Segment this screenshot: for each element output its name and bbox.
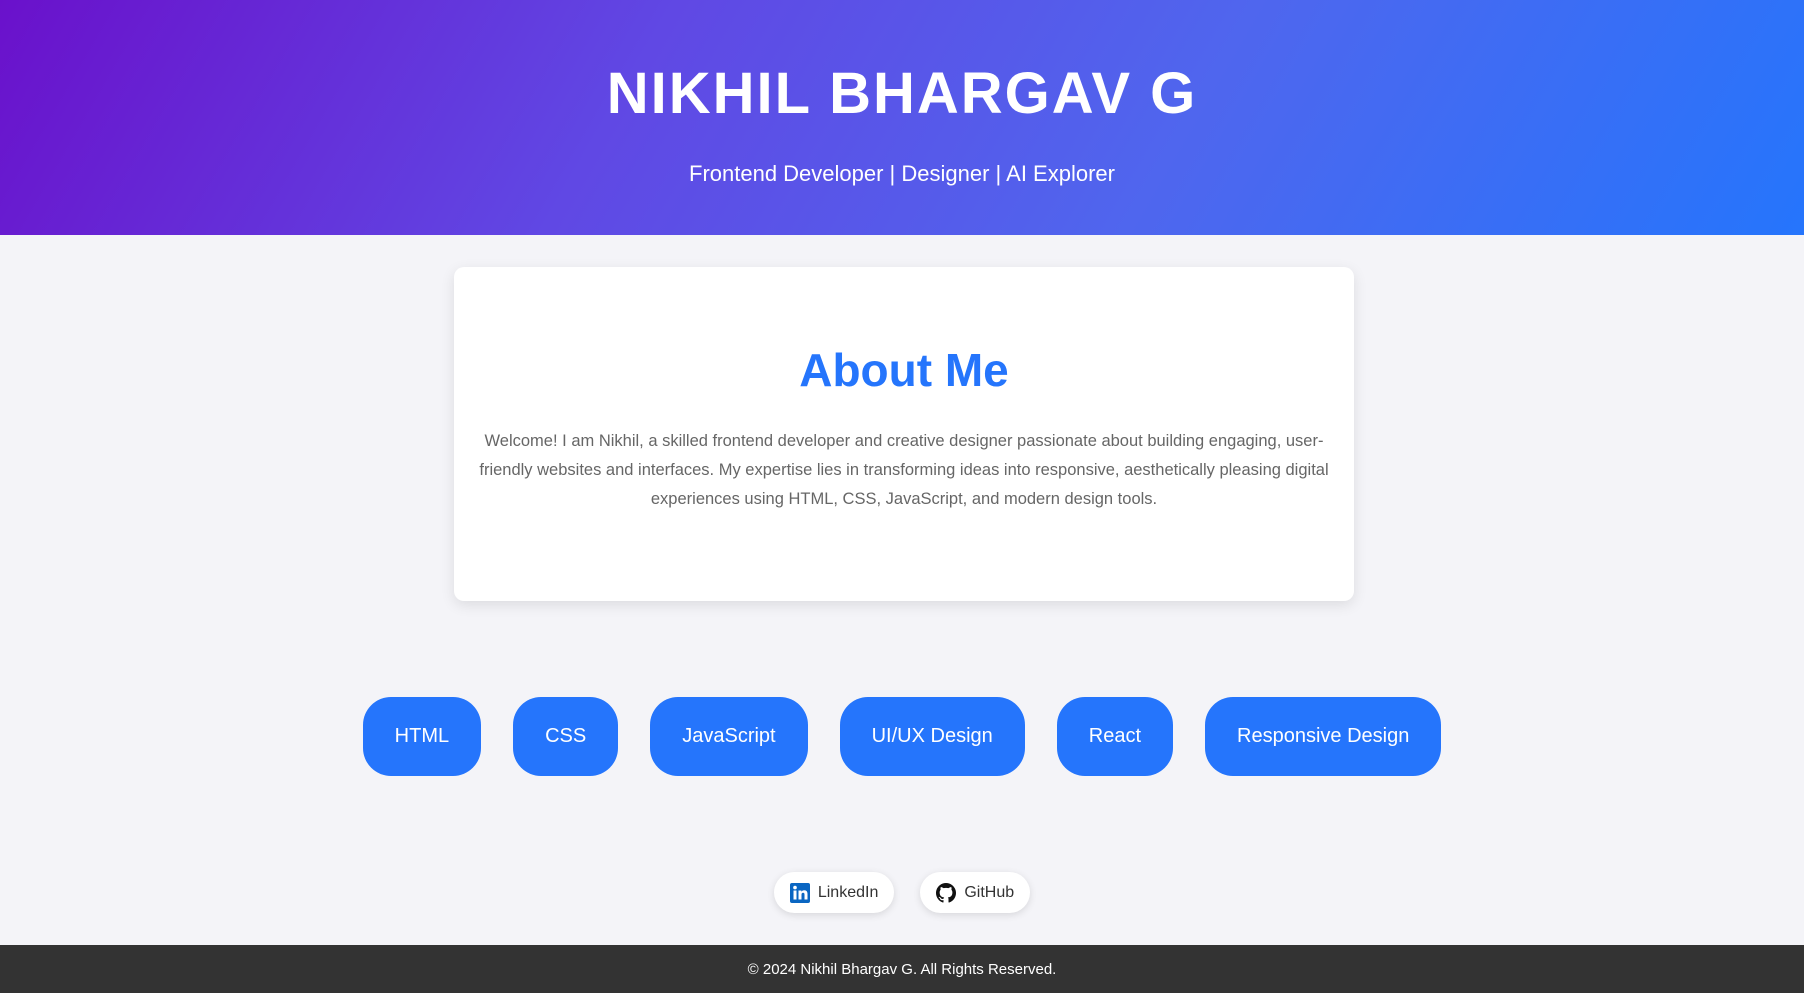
about-text: Welcome! I am Nikhil, a skilled frontend… [479,432,1329,508]
github-link[interactable]: GitHub [920,872,1031,913]
linkedin-icon [789,882,810,903]
skill-uiux-design[interactable]: UI/UX Design [839,697,1025,776]
page-footer: © 2024 Nikhil Bhargav G. All Rights Rese… [0,945,1804,993]
page-header: NIKHIL BHARGAV G Frontend Developer | De… [0,0,1804,235]
skill-responsive-design[interactable]: Responsive Design [1205,697,1442,776]
about-card: About Me Welcome! I am Nikhil, a skilled… [454,267,1354,601]
social-links: LinkedIn GitHub [0,872,1804,913]
skill-css[interactable]: CSS [513,697,619,776]
skill-html[interactable]: HTML [362,697,482,776]
skills-list: HTML CSS JavaScript UI/UX Design React R… [0,697,1804,776]
copyright-text: © 2024 Nikhil Bhargav G. All Rights Rese… [747,960,1057,978]
skill-javascript[interactable]: JavaScript [650,697,808,776]
skill-react[interactable]: React [1056,697,1174,776]
github-icon [936,882,957,903]
linkedin-link[interactable]: LinkedIn [773,872,895,913]
linkedin-label: LinkedIn [817,883,879,901]
page-title: NIKHIL BHARGAV G [606,61,1198,126]
github-label: GitHub [964,883,1015,901]
tagline: Frontend Developer | Designer | AI Explo… [689,161,1115,186]
about-title: About Me [799,344,1009,396]
